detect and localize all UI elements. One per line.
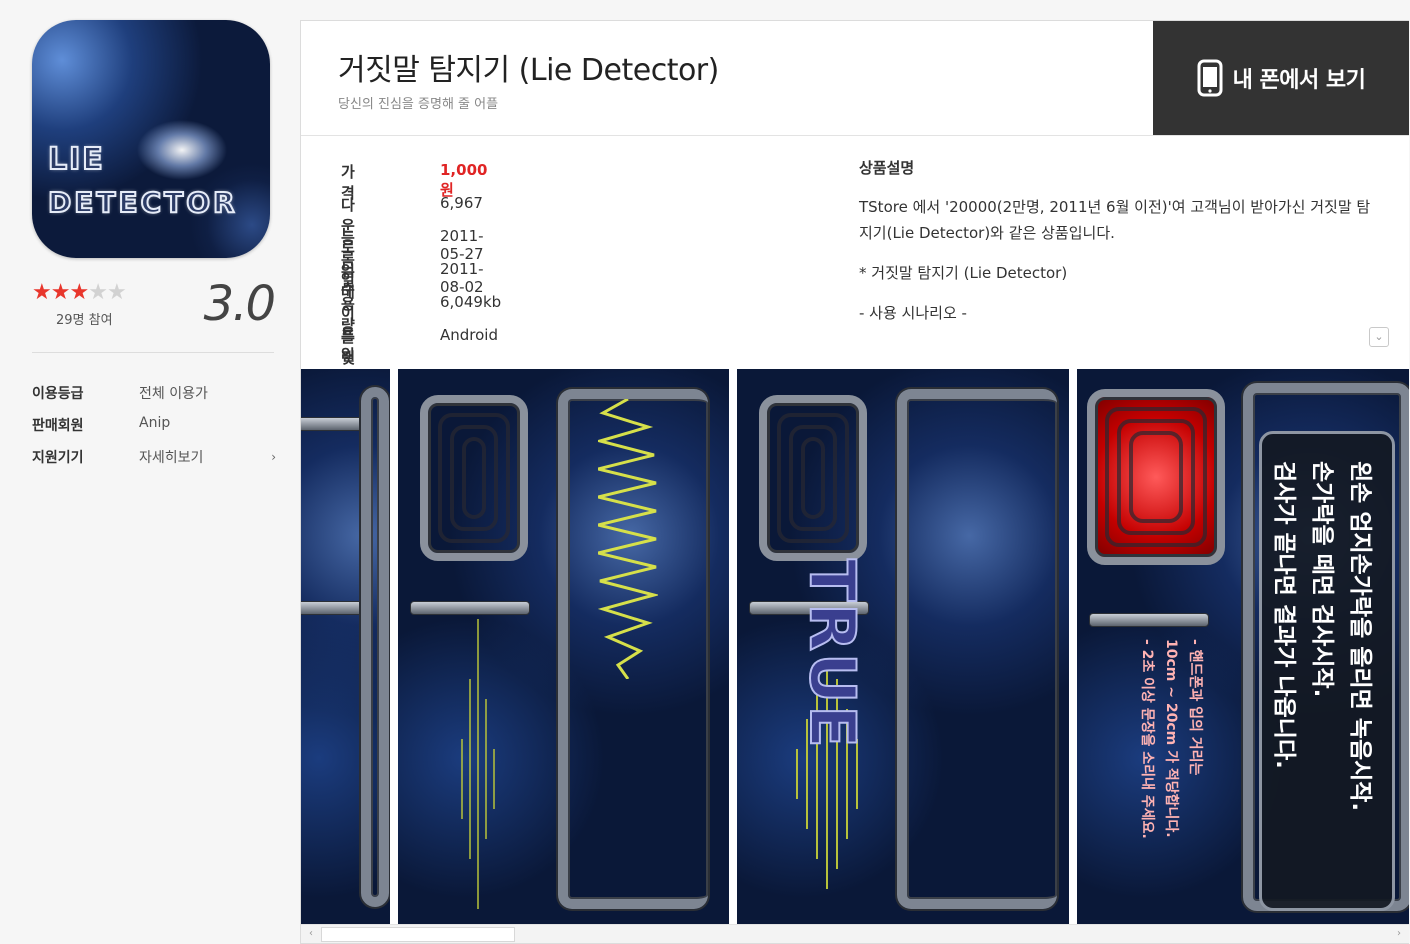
info-key: 이용등급 — [32, 386, 84, 402]
detail-value: 6,967 — [440, 194, 483, 212]
detail-value: 6,049kb — [440, 293, 502, 311]
frame-bar — [410, 601, 530, 615]
description-paragraph: * 거짓말 탐지기 (Lie Detector) — [859, 264, 1068, 282]
info-row-seller: 판매회원 Anip — [32, 412, 280, 444]
expand-description-button[interactable]: ⌄ — [1369, 327, 1389, 347]
rating-summary: ★★★★★ 29명 참여 3.0 — [32, 276, 276, 332]
signal-bars-graphic — [461, 619, 495, 909]
product-panel: 거짓말 탐지기 (Lie Detector) 당신의 진심을 증명해 줄 어플 … — [300, 20, 1409, 944]
instruction-text: 왼손 엄지손가락을 올리면 녹음시작. 손가락을 떼면 검사시작. 검사가 끝나… — [1271, 461, 1373, 812]
star-empty-icon: ★ — [106, 280, 127, 305]
star-icon: ★ — [32, 280, 52, 305]
app-icon-text-line1: LIE — [47, 141, 105, 178]
rating-participants: 29명 참여 — [56, 313, 113, 328]
frame-bar — [1089, 613, 1209, 627]
detail-value: Android — [440, 326, 498, 344]
scroll-right-icon[interactable]: › — [1391, 926, 1407, 942]
tip-text: - 핸드폰과 입의 거리는 10cm ~ 20cm 가 적당합니다. - 2초 … — [1139, 639, 1203, 839]
app-icon: LIE DETECTOR — [32, 20, 270, 258]
info-key: 판매회원 — [32, 418, 84, 434]
product-description: 상품설명 TStore 에서 '20000(2만명, 2011년 6월 이전)'… — [859, 157, 1379, 326]
description-paragraph: TStore 에서 '20000(2만명, 2011년 6월 이전)'여 고객님… — [859, 198, 1371, 242]
view-on-phone-label: 내 폰에서 보기 — [1232, 68, 1366, 93]
detail-value: 2011-05-27 — [440, 227, 484, 263]
product-title: 거짓말 탐지기 (Lie Detector) — [338, 53, 719, 88]
screenshot-thumbnail[interactable]: TRUE — [737, 369, 1069, 925]
screenshot-thumbnail[interactable] — [301, 369, 390, 925]
waveform-graphic — [598, 399, 658, 679]
info-row-supported-devices[interactable]: 지원기기 자세히보기 › — [32, 444, 280, 476]
app-info-list: 이용등급 전체 이용가 판매회원 Anip 지원기기 자세히보기 › — [32, 380, 280, 476]
scroll-left-icon[interactable]: ‹ — [303, 926, 319, 942]
screenshot-carousel[interactable]: TRUE 왼손 엄지손가락을 올리면 녹음시작. 손가락을 떼면 검사시작. 검… — [301, 369, 1409, 925]
screenshot-thumbnail[interactable] — [398, 369, 729, 925]
app-icon-text-line2: DETECTOR — [47, 185, 238, 220]
horizontal-scrollbar[interactable]: ‹ › — [301, 924, 1409, 943]
rating-stars: ★★★★★ — [32, 280, 127, 305]
chevron-right-icon[interactable]: › — [271, 450, 276, 464]
info-value: 전체 이용가 — [139, 386, 208, 402]
star-empty-icon: ★ — [88, 280, 108, 305]
smartphone-icon — [1197, 59, 1223, 97]
description-heading: 상품설명 — [859, 159, 915, 177]
screenshot-thumbnail[interactable]: 왼손 엄지손가락을 올리면 녹음시작. 손가락을 떼면 검사시작. 검사가 끝나… — [1077, 369, 1409, 925]
product-subtitle: 당신의 진심을 증명해 줄 어플 — [338, 97, 499, 112]
info-value: Anip — [139, 415, 171, 431]
star-icon: ★ — [50, 280, 71, 305]
view-on-phone-button[interactable]: 내 폰에서 보기 — [1153, 21, 1409, 135]
divider — [32, 352, 274, 353]
fingerprint-pad — [759, 395, 867, 561]
frame-border — [897, 389, 1057, 909]
scrollbar-thumb[interactable] — [321, 927, 515, 942]
info-row-rating-grade: 이용등급 전체 이용가 — [32, 380, 280, 412]
supported-devices-link[interactable]: 자세히보기 — [139, 447, 203, 467]
product-header: 거짓말 탐지기 (Lie Detector) 당신의 진심을 증명해 줄 어플 … — [301, 21, 1409, 136]
detail-value: 2011-08-02 — [440, 260, 484, 296]
description-paragraph: - 사용 시나리오 - — [859, 304, 967, 322]
star-icon: ★ — [69, 280, 89, 305]
rating-score: 3.0 — [203, 276, 276, 332]
fingerprint-pad — [420, 395, 528, 561]
frame-border — [361, 387, 389, 907]
red-fingerprint-pad — [1087, 389, 1225, 565]
info-key: 지원기기 — [32, 450, 84, 466]
true-result-label: TRUE — [795, 558, 870, 751]
